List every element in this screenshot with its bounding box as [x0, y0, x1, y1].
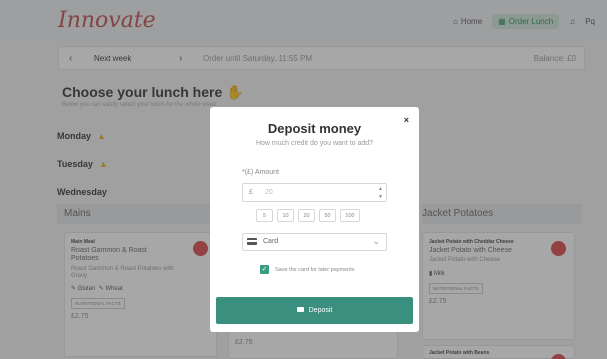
amount-input[interactable]: £ 20 ▲ ▼ [242, 183, 387, 202]
currency-symbol: £ [249, 189, 253, 196]
money-icon [296, 307, 304, 312]
preset-amount[interactable]: 5 [256, 209, 273, 222]
modal-subtitle: How much credit do you want to add? [255, 140, 374, 147]
save-card-label: Save the card for later payments [275, 266, 355, 273]
payment-method-select[interactable]: Card ⌄ [242, 233, 387, 251]
credit-card-icon [247, 238, 257, 245]
save-card-checkbox[interactable]: ✓ [260, 265, 269, 274]
amount-presets: 5 10 20 50 100 [256, 209, 360, 222]
modal-title: Deposit money [267, 121, 362, 136]
amount-label: *(£) Amount [242, 169, 279, 176]
amount-placeholder: 20 [265, 189, 273, 196]
preset-amount[interactable]: 50 [319, 209, 336, 222]
payment-method-value: Card [263, 238, 279, 245]
chevron-down-icon[interactable]: ▼ [378, 194, 383, 200]
preset-amount[interactable]: 100 [340, 209, 360, 222]
deposit-button-label: Deposit [308, 307, 333, 314]
chevron-down-icon: ⌄ [372, 236, 380, 246]
chevron-up-icon[interactable]: ▲ [378, 186, 383, 192]
preset-amount[interactable]: 10 [277, 209, 294, 222]
preset-amount[interactable]: 20 [298, 209, 315, 222]
save-card-row[interactable]: ✓ Save the card for later payments [260, 265, 354, 274]
amount-stepper[interactable]: ▲ ▼ [378, 185, 383, 201]
deposit-button[interactable]: Deposit [216, 297, 413, 324]
deposit-modal: × Deposit money How much credit do you w… [210, 107, 419, 332]
